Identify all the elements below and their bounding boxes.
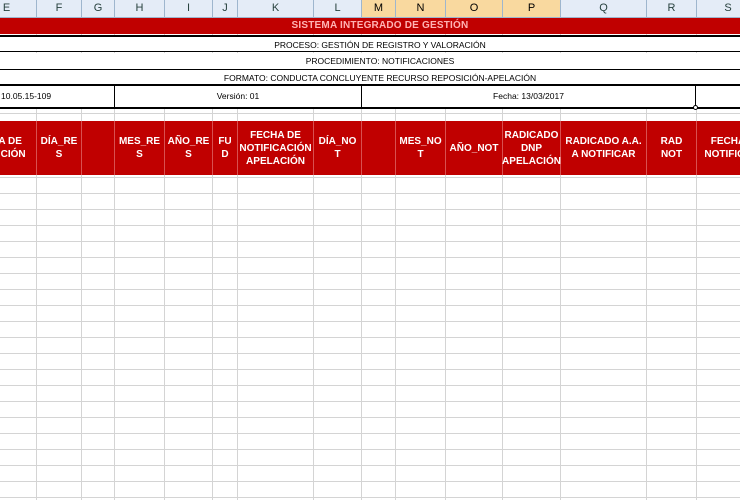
document-code: 10.05.15-109 bbox=[0, 86, 115, 107]
column-heading-p[interactable]: RADICADO DNP APELACIÓN bbox=[502, 121, 561, 175]
procedure-label: PROCEDIMIENTO: NOTIFICACIONES bbox=[0, 53, 740, 70]
column-heading-o[interactable]: AÑO_NOT bbox=[446, 121, 503, 175]
column-letter-p[interactable]: P bbox=[503, 0, 561, 17]
column-heading-l[interactable]: DÍA_NO T bbox=[314, 121, 362, 175]
spreadsheet: EFGHIJKLMNOPQRS SISTEMA INTEGRADO DE GES… bbox=[0, 0, 740, 500]
column-letter-f[interactable]: F bbox=[37, 0, 82, 17]
column-heading-i[interactable]: AÑO_RE S bbox=[165, 121, 213, 175]
column-letter-n[interactable]: N bbox=[396, 0, 446, 17]
process-label: PROCESO: GESTIÓN DE REGISTRO Y VALORACIÓ… bbox=[0, 35, 740, 52]
column-heading-j[interactable]: FU D bbox=[213, 121, 238, 175]
column-heading-k[interactable]: FECHA DE NOTIFICACIÓN APELACIÓN bbox=[238, 121, 314, 175]
column-heading-s[interactable]: FECHA NOTIFICA bbox=[697, 121, 740, 175]
column-letter-r[interactable]: R bbox=[647, 0, 697, 17]
column-letter-e[interactable]: E bbox=[0, 0, 37, 17]
column-heading-h[interactable]: MES_RE S bbox=[115, 121, 165, 175]
column-letter-h[interactable]: H bbox=[115, 0, 165, 17]
column-letter-s[interactable]: S bbox=[697, 0, 740, 17]
column-letter-o[interactable]: O bbox=[446, 0, 503, 17]
column-letter-g[interactable]: G bbox=[82, 0, 115, 17]
version-label: Versión: 01 bbox=[115, 86, 362, 107]
column-letter-l[interactable]: L bbox=[314, 0, 362, 17]
system-title: SISTEMA INTEGRADO DE GESTIÓN bbox=[0, 18, 740, 34]
column-heading-f[interactable]: DÍA_RE S bbox=[37, 121, 82, 175]
column-heading-g[interactable] bbox=[82, 121, 115, 175]
column-heading-n[interactable]: MES_NO T bbox=[396, 121, 446, 175]
column-letter-q[interactable]: Q bbox=[561, 0, 647, 17]
date-label: Fecha: 13/03/2017 bbox=[362, 86, 696, 107]
column-letter-j[interactable]: J bbox=[213, 0, 238, 17]
resize-handle[interactable] bbox=[693, 105, 698, 110]
column-letter-m[interactable]: M bbox=[362, 0, 396, 17]
column-heading-m[interactable] bbox=[362, 121, 396, 175]
document-info-row: 10.05.15-109 Versión: 01 Fecha: 13/03/20… bbox=[0, 86, 740, 109]
column-heading-e[interactable]: HA DE LUCIÓN bbox=[0, 121, 37, 175]
column-letter-i[interactable]: I bbox=[165, 0, 213, 17]
column-heading-q[interactable]: RADICADO A.A. A NOTIFICAR bbox=[561, 121, 647, 175]
format-label: FORMATO: CONDUCTA CONCLUYENTE RECURSO RE… bbox=[0, 70, 740, 86]
column-heading-r[interactable]: RAD NOT bbox=[647, 121, 697, 175]
column-letter-k[interactable]: K bbox=[238, 0, 314, 17]
column-header-bar: EFGHIJKLMNOPQRS bbox=[0, 0, 740, 18]
